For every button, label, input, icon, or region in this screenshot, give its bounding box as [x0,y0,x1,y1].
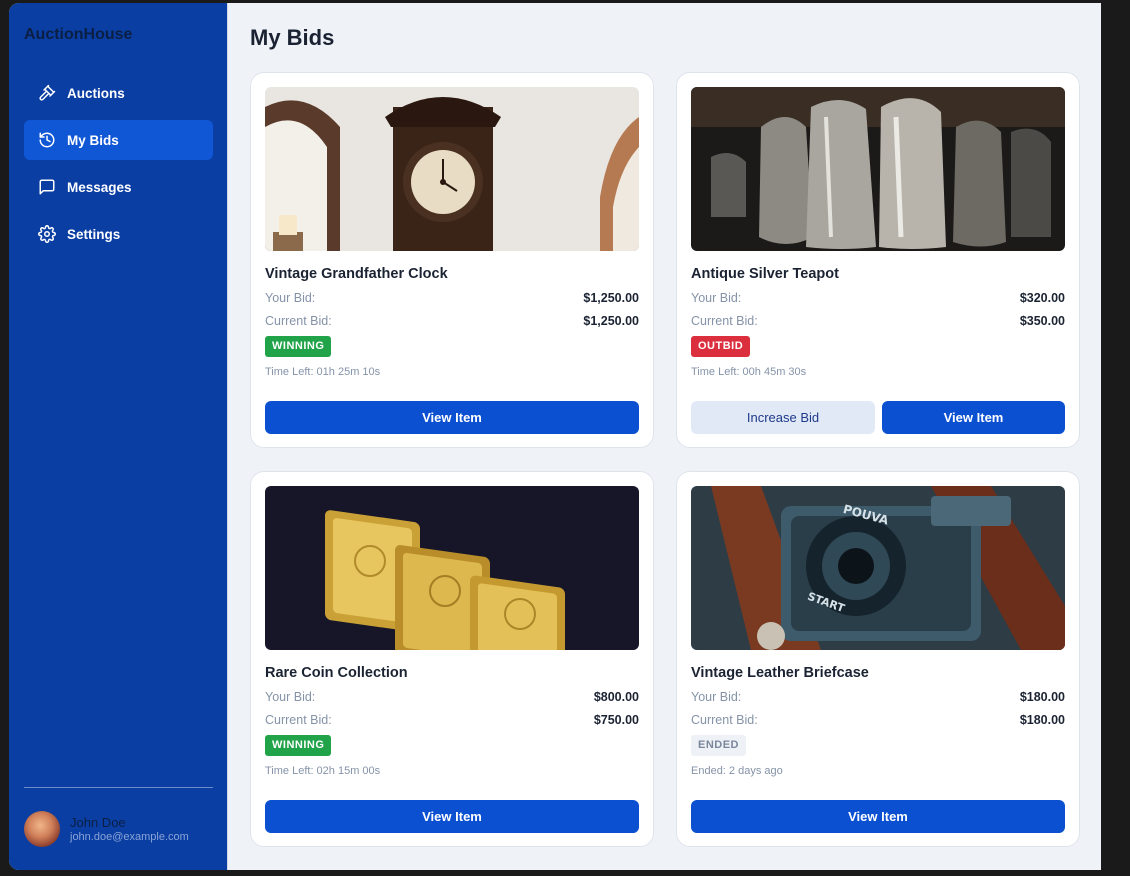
sidebar-divider [24,787,213,788]
sidebar-item-label: Auctions [67,85,125,101]
your-bid-label: Your Bid: [265,690,316,704]
your-bid-value: $180.00 [1019,690,1065,704]
current-bid-value: $750.00 [593,713,639,727]
sidebar-item-messages[interactable]: Messages [24,167,213,207]
sidebar-item-auctions[interactable]: Auctions [24,73,213,113]
bid-card: Vintage Grandfather Clock Your Bid: $1,2… [250,72,654,448]
sidebar-item-label: Messages [67,179,132,195]
current-bid-label: Current Bid: [265,314,332,328]
your-bid-value: $1,250.00 [583,291,639,305]
item-image [691,87,1065,251]
your-bid-label: Your Bid: [691,291,742,305]
view-item-button[interactable]: View Item [265,401,639,434]
status-badge: ENDED [691,735,747,756]
current-bid-row: Current Bid: $1,250.00 [265,314,639,328]
user-profile[interactable]: John Doe john.doe@example.com [24,811,189,847]
item-image [265,87,639,251]
bid-card: POUVA START Vintage Leather Briefcase Yo… [676,471,1080,847]
your-bid-row: Your Bid: $320.00 [691,291,1065,305]
desktop-background [1101,0,1130,876]
your-bid-label: Your Bid: [691,690,742,704]
history-icon [37,130,57,150]
sidebar-item-label: Settings [67,226,121,242]
current-bid-label: Current Bid: [691,314,758,328]
current-bid-label: Current Bid: [691,713,758,727]
gear-icon [37,224,57,244]
current-bid-value: $180.00 [1019,713,1065,727]
view-item-button[interactable]: View Item [265,800,639,833]
page-title: My Bids [250,25,335,50]
user-email: john.doe@example.com [70,830,189,843]
your-bid-row: Your Bid: $1,250.00 [265,291,639,305]
current-bid-value: $350.00 [1019,314,1065,328]
your-bid-value: $800.00 [593,690,639,704]
status-badge: WINNING [265,735,332,756]
view-item-button[interactable]: View Item [882,401,1065,434]
user-info: John Doe john.doe@example.com [70,815,189,844]
ended-time: Ended: 2 days ago [691,765,783,777]
time-left: Time Left: 02h 15m 00s [265,765,381,777]
bid-card: Rare Coin Collection Your Bid: $800.00 C… [250,471,654,847]
your-bid-row: Your Bid: $800.00 [265,690,639,704]
current-bid-label: Current Bid: [265,713,332,727]
sidebar-item-my-bids[interactable]: My Bids [24,120,213,160]
status-badge: WINNING [265,336,332,357]
item-image [265,486,639,650]
brand-logo: AuctionHouse [24,26,133,43]
sidebar-item-settings[interactable]: Settings [24,214,213,254]
current-bid-row: Current Bid: $750.00 [265,713,639,727]
view-item-button[interactable]: View Item [691,800,1065,833]
item-title: Vintage Leather Briefcase [691,665,869,681]
app-window: AuctionHouse Auctions My Bids Messages S… [9,3,1101,870]
item-image: POUVA START [691,486,1065,650]
gavel-icon [37,83,57,103]
your-bid-value: $320.00 [1019,291,1065,305]
item-title: Vintage Grandfather Clock [265,266,448,282]
status-badge: OUTBID [691,336,751,357]
item-title: Antique Silver Teapot [691,266,839,282]
time-left: Time Left: 00h 45m 30s [691,366,807,378]
item-title: Rare Coin Collection [265,665,408,681]
current-bid-row: Current Bid: $180.00 [691,713,1065,727]
increase-bid-button[interactable]: Increase Bid [691,401,875,434]
sidebar-item-label: My Bids [67,132,119,148]
avatar [24,811,60,847]
sidebar: AuctionHouse Auctions My Bids Messages S… [9,3,227,870]
time-left: Time Left: 01h 25m 10s [265,366,381,378]
bid-card: Antique Silver Teapot Your Bid: $320.00 … [676,72,1080,448]
your-bid-row: Your Bid: $180.00 [691,690,1065,704]
current-bid-row: Current Bid: $350.00 [691,314,1065,328]
main-content: My Bids Vintage Grandfather Clock Your B… [227,3,1101,870]
user-name: John Doe [70,814,126,830]
sidebar-nav: Auctions My Bids Messages Settings [24,73,213,261]
current-bid-value: $1,250.00 [583,314,639,328]
your-bid-label: Your Bid: [265,291,316,305]
message-icon [37,177,57,197]
